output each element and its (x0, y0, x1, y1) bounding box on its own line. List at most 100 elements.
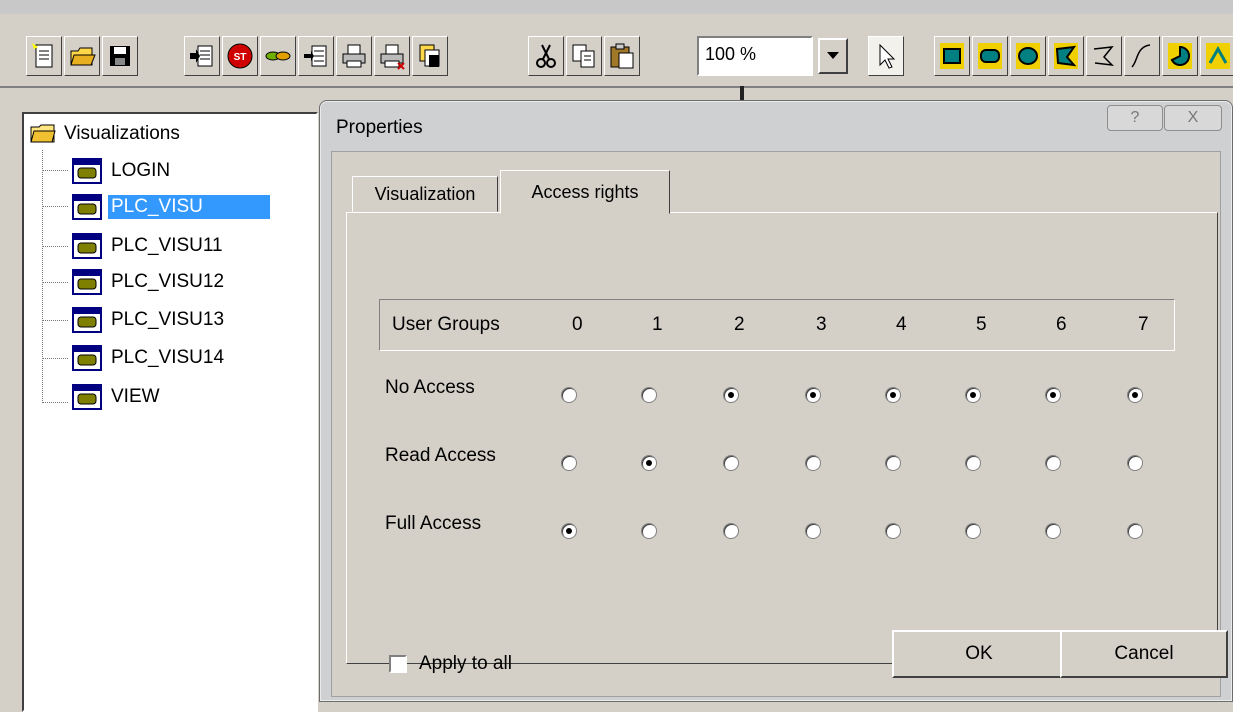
row-label-full-access: Full Access (385, 513, 482, 534)
paste-icon[interactable] (604, 36, 640, 76)
radio-no-access-group-5[interactable] (965, 387, 981, 403)
apply-to-all-label[interactable]: Apply to all (419, 653, 512, 675)
polygon-icon[interactable] (1048, 36, 1084, 76)
dialog-title: Properties (336, 117, 423, 138)
radio-read-access-group-7[interactable] (1127, 455, 1143, 471)
group-header-5: 5 (976, 314, 987, 335)
catalog-icon[interactable] (412, 36, 448, 76)
cut-icon[interactable] (528, 36, 564, 76)
radio-full-access-group-6[interactable] (1045, 523, 1061, 539)
visualizations-tree: Visualizations LOGIN PLC_VISU PLC_VISU11… (22, 112, 318, 712)
group-header-3: 3 (816, 314, 827, 335)
radio-read-access-group-1[interactable] (641, 455, 657, 471)
radio-full-access-group-5[interactable] (965, 523, 981, 539)
ellipse-icon[interactable] (1010, 36, 1046, 76)
link-icon[interactable] (260, 36, 296, 76)
radio-no-access-group-7[interactable] (1127, 387, 1143, 403)
print-icon[interactable] (336, 36, 372, 76)
dialog-client: Visualization Access rights User Groups … (331, 151, 1228, 697)
chevron-down-icon[interactable] (818, 38, 848, 74)
new-file-icon[interactable] (26, 36, 62, 76)
tree-item-label: LOGIN (111, 160, 171, 181)
toolbar: ST 100 % (0, 14, 1233, 88)
tree-item-label: PLC_VISU13 (111, 309, 225, 330)
sector-icon[interactable] (1200, 36, 1233, 76)
ok-button[interactable]: OK (892, 630, 1066, 678)
close-button[interactable]: X (1164, 105, 1222, 131)
print-setup-icon[interactable] (374, 36, 410, 76)
folder-icon (30, 124, 56, 143)
cancel-button[interactable]: Cancel (1060, 630, 1228, 678)
radio-no-access-group-6[interactable] (1045, 387, 1061, 403)
apply-to-all-checkbox[interactable] (389, 655, 407, 673)
tree-item-plc-visu14[interactable]: PLC_VISU14 (72, 343, 227, 373)
tree-connector (42, 150, 43, 403)
tree-root[interactable]: Visualizations (30, 120, 180, 148)
tree-item-view[interactable]: VIEW (72, 382, 163, 412)
import-icon[interactable] (184, 36, 220, 76)
rounded-rect-icon[interactable] (972, 36, 1008, 76)
tree-item-login[interactable]: LOGIN (72, 156, 173, 186)
radio-read-access-group-5[interactable] (965, 455, 981, 471)
tab-visualization[interactable]: Visualization (352, 176, 498, 212)
radio-no-access-group-2[interactable] (723, 387, 739, 403)
insert-icon[interactable] (298, 36, 334, 76)
radio-no-access-group-1[interactable] (641, 387, 657, 403)
tab-access-rights[interactable]: Access rights (500, 170, 670, 214)
radio-read-access-group-6[interactable] (1045, 455, 1061, 471)
radio-read-access-group-0[interactable] (561, 455, 577, 471)
tree-item-plc-visu[interactable]: PLC_VISU (72, 192, 270, 222)
group-header-1: 1 (652, 314, 663, 335)
access-rights-panel: User Groups 0 1 2 3 4 5 6 7 No Access Re… (346, 212, 1218, 674)
help-button[interactable]: ? (1107, 105, 1163, 131)
copy-icon[interactable] (566, 36, 602, 76)
polyline-icon[interactable] (1086, 36, 1122, 76)
radio-full-access-group-1[interactable] (641, 523, 657, 539)
open-folder-icon[interactable] (64, 36, 100, 76)
tree-connector (42, 320, 68, 321)
radio-full-access-group-2[interactable] (723, 523, 739, 539)
tree-connector (42, 402, 68, 403)
rectangle-icon[interactable] (934, 36, 970, 76)
pie-icon[interactable] (1162, 36, 1198, 76)
radio-read-access-group-2[interactable] (723, 455, 739, 471)
tree-item-label: PLC_VISU11 (111, 235, 223, 256)
radio-no-access-group-3[interactable] (805, 387, 821, 403)
save-icon[interactable] (102, 36, 138, 76)
group-header-0: 0 (572, 314, 583, 335)
tree-connector (42, 246, 68, 247)
row-label-read-access: Read Access (385, 445, 496, 466)
visualization-icon (72, 345, 102, 371)
radio-no-access-group-0[interactable] (561, 387, 577, 403)
tree-connector (42, 206, 68, 207)
pointer-icon[interactable] (868, 36, 904, 76)
svg-text:ST: ST (234, 52, 247, 63)
tree-item-plc-visu12[interactable]: PLC_VISU12 (72, 267, 227, 297)
radio-full-access-group-4[interactable] (885, 523, 901, 539)
tree-item-plc-visu11[interactable]: PLC_VISU11 (72, 231, 226, 261)
visualization-icon (72, 233, 102, 259)
tree-item-plc-visu13[interactable]: PLC_VISU13 (72, 305, 227, 335)
zoom-input[interactable]: 100 % (697, 36, 813, 76)
splitter-bar (740, 86, 744, 100)
close-icon: X (1187, 109, 1199, 126)
curve-icon[interactable] (1124, 36, 1160, 76)
radio-read-access-group-3[interactable] (805, 455, 821, 471)
radio-no-access-group-4[interactable] (885, 387, 901, 403)
user-groups-label: User Groups (392, 314, 500, 335)
radio-read-access-group-4[interactable] (885, 455, 901, 471)
visualization-icon (72, 307, 102, 333)
visualization-icon (72, 158, 102, 184)
visualization-icon (72, 384, 102, 410)
tree-item-label: PLC_VISU12 (111, 271, 225, 292)
visualization-icon (72, 194, 102, 220)
radio-full-access-group-3[interactable] (805, 523, 821, 539)
title-strip (0, 0, 1233, 15)
visualization-icon (72, 269, 102, 295)
group-header-6: 6 (1056, 314, 1067, 335)
tree-connector (42, 170, 68, 171)
stop-icon[interactable]: ST (222, 36, 258, 76)
group-header-7: 7 (1138, 314, 1149, 335)
radio-full-access-group-7[interactable] (1127, 523, 1143, 539)
radio-full-access-group-0[interactable] (561, 523, 577, 539)
